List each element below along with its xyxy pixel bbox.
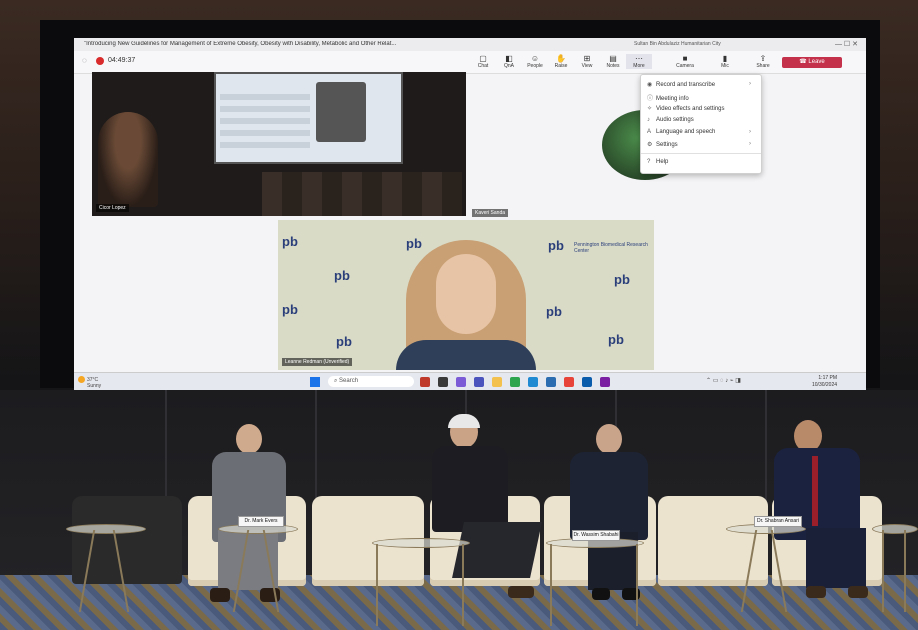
info-icon: ⓘ: [647, 96, 654, 102]
participant-name-tag: Cicor Lopez: [96, 204, 129, 212]
side-table: [66, 524, 146, 620]
share-icon: ⇪: [759, 54, 767, 63]
app-icon[interactable]: [564, 377, 574, 387]
side-table: [218, 524, 298, 620]
more-icon: ⋯: [635, 54, 643, 63]
system-tray-icons[interactable]: ⌃ ▭ ◌ ♪ ⌁ ◨: [706, 377, 741, 384]
participant-name-tag: Kaveri Sanda: [472, 209, 509, 217]
menu-item-language[interactable]: A Language and speech ›: [647, 129, 751, 135]
active-speaker-tile[interactable]: pb pb pb pb pb pb pb pb pb Pennington Bi…: [278, 220, 654, 370]
window-titlebar: "Introducing New Guidelines for Manageme…: [74, 38, 866, 51]
camera-icon: ■: [682, 54, 688, 63]
recording-icon: [96, 57, 104, 65]
side-table: [546, 538, 644, 626]
menu-item-settings[interactable]: ⚙ Settings ›: [647, 141, 751, 148]
menu-item-help[interactable]: ? Help: [647, 159, 668, 165]
mic-icon: ▮: [722, 54, 728, 63]
help-icon: ?: [647, 159, 651, 165]
chat-button[interactable]: ▢ Chat: [470, 54, 496, 69]
view-button[interactable]: ⊞ View: [574, 54, 600, 69]
meeting-toolbar: ◌ 04:49:37 ▢ Chat ◧ QnA ☺ People ✋ Raise ⊞ Vi…: [74, 51, 866, 74]
host-name: Sultan Bin Abdulaziz Humanitarian City: [634, 41, 721, 47]
brand-logo: pb: [548, 238, 564, 253]
more-options-menu: ◉ Record and transcribe › ⓘ Meeting info ✧ V…: [640, 74, 762, 174]
brand-logo: pb: [608, 332, 624, 347]
app-icon[interactable]: [438, 377, 448, 387]
taskbar-clock[interactable]: 1:17 PM 10/30/2024: [812, 375, 837, 389]
app-icon[interactable]: [510, 377, 520, 387]
teams-icon[interactable]: [474, 377, 484, 387]
menu-item-meeting-info[interactable]: ⓘ Meeting info: [647, 93, 689, 102]
side-table: [872, 524, 918, 620]
more-button[interactable]: ⋯ More: [626, 54, 652, 69]
weather-widget[interactable]: 37°C Sunny: [78, 376, 101, 389]
record-icon: ◉: [647, 82, 653, 88]
chat-icon: ▢: [479, 54, 487, 63]
raise-hand-button[interactable]: ✋ Raise: [548, 54, 574, 69]
brand-logo: pb: [614, 272, 630, 287]
taskbar-search[interactable]: ⌕ Search: [328, 376, 414, 387]
speaker-video: [396, 240, 536, 370]
gear-icon: ⚙: [647, 142, 653, 148]
qna-button[interactable]: ◧ QnA: [496, 54, 522, 69]
menu-divider: [641, 153, 761, 154]
windows-taskbar: 37°C Sunny ⌕ Search ⌃ ▭ ◌ ♪ ⌁ ◨ 1:17 PM 10…: [74, 372, 866, 390]
nameplate: Dr. Shabran Ansari: [754, 516, 802, 527]
menu-item-video-effects[interactable]: ✧ Video effects and settings: [647, 105, 725, 112]
notes-icon: ▤: [609, 54, 617, 63]
nameplate: Dr. Mark Evers: [238, 516, 284, 527]
people-button[interactable]: ☺ People: [522, 54, 548, 69]
brand-logo: pb: [334, 268, 350, 283]
menu-item-audio-settings[interactable]: ♪ Audio settings: [647, 117, 694, 123]
mic-button[interactable]: ▮ Mic: [712, 54, 738, 69]
projected-teams-meeting: "Introducing New Guidelines for Manageme…: [74, 38, 866, 390]
notes-button[interactable]: ▤ Notes: [600, 54, 626, 69]
window-controls[interactable]: — ☐ ✕: [835, 40, 858, 48]
view-icon: ⊞: [583, 54, 591, 63]
brand-logo: pb: [282, 302, 298, 317]
nested-video: [316, 82, 366, 142]
hand-icon: ✋: [556, 54, 566, 63]
app-icon[interactable]: [600, 377, 610, 387]
menu-item-record[interactable]: ◉ Record and transcribe ›: [647, 81, 751, 88]
folder-icon[interactable]: [492, 377, 502, 387]
shared-laptop-screen: [214, 72, 403, 164]
people-icon: ☺: [530, 54, 540, 63]
nested-window: [220, 94, 310, 154]
chevron-right-icon: ›: [749, 141, 751, 147]
leave-button[interactable]: ☎ Leave: [782, 57, 842, 68]
participant-video-tile[interactable]: Cicor Lopez: [92, 72, 466, 216]
sun-icon: [78, 376, 85, 383]
side-table: [372, 538, 470, 626]
camera-button[interactable]: ■ Camera: [672, 54, 698, 69]
participant-person: [98, 112, 158, 207]
chevron-right-icon: ›: [749, 81, 751, 87]
app-icon[interactable]: [546, 377, 556, 387]
window-title: "Introducing New Guidelines for Manageme…: [84, 41, 397, 47]
app-icon[interactable]: [456, 377, 466, 387]
side-table: [726, 524, 806, 620]
app-icon[interactable]: [420, 377, 430, 387]
chevron-right-icon: ›: [749, 129, 751, 135]
language-icon: A: [647, 129, 652, 135]
auditorium-seats: [262, 172, 462, 216]
brand-subtitle: Pennington Biomedical Research Center: [574, 242, 648, 254]
nameplate: Dr. Wassim Shabahi: [572, 530, 620, 541]
audio-icon: ♪: [647, 117, 650, 123]
share-button[interactable]: ⇪ Share: [750, 54, 776, 69]
brand-logo: pb: [282, 234, 298, 249]
windows-start-icon[interactable]: [310, 377, 320, 387]
speaker-name-tag: Leanne Redman (Unverified): [282, 358, 353, 366]
edge-icon[interactable]: [528, 377, 538, 387]
shield-icon: ◌: [82, 56, 87, 65]
qna-icon: ◧: [505, 54, 513, 63]
app-icon[interactable]: [582, 377, 592, 387]
meeting-timer: 04:49:37: [108, 57, 136, 64]
brand-logo: pb: [546, 304, 562, 319]
brand-logo: pb: [336, 334, 352, 349]
effects-icon: ✧: [647, 106, 653, 112]
